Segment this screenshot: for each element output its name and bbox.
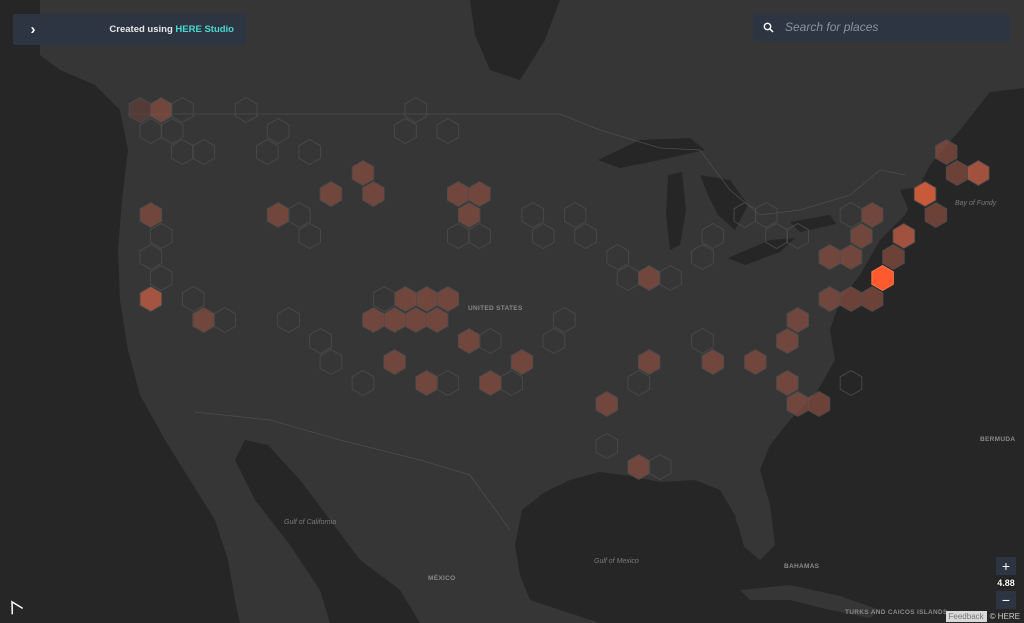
- map-canvas[interactable]: UNITED STATES MÉXICO Gulf of California …: [0, 0, 1024, 623]
- search-box: [753, 13, 1010, 41]
- copyright-text: © HERE: [989, 612, 1020, 621]
- zoom-in-button[interactable]: +: [996, 557, 1016, 575]
- chevron-right-icon: ›: [30, 21, 36, 38]
- here-logo: [11, 600, 24, 615]
- studio-credit: Created using HERE Studio: [109, 24, 234, 35]
- label-bay-of-fundy: Bay of Fundy: [955, 200, 997, 207]
- feedback-link[interactable]: Feedback: [945, 611, 987, 622]
- search-input[interactable]: [783, 19, 997, 35]
- label-united-states: UNITED STATES: [468, 305, 523, 312]
- label-bahamas: BAHAMAS: [784, 563, 820, 570]
- expand-panel-button[interactable]: ›: [13, 14, 53, 45]
- credit-prefix: Created using: [109, 24, 173, 35]
- label-bermuda: BERMUDA: [980, 436, 1015, 443]
- label-mexico: MÉXICO: [428, 573, 455, 582]
- map-footer: Feedback © HERE: [945, 611, 1020, 622]
- zoom-control: + 4.88 −: [995, 557, 1017, 609]
- credit-brand-link[interactable]: HERE Studio: [175, 24, 234, 35]
- label-gulf-of-mexico: Gulf of Mexico: [594, 558, 639, 565]
- studio-panel: › Created using HERE Studio: [13, 14, 246, 45]
- search-icon: [753, 13, 783, 41]
- label-turks-caicos: TURKS AND CAICOS ISLANDS: [845, 609, 948, 616]
- label-gulf-of-california: Gulf of California: [284, 519, 336, 526]
- zoom-out-button[interactable]: −: [996, 591, 1016, 609]
- zoom-level: 4.88: [997, 578, 1015, 588]
